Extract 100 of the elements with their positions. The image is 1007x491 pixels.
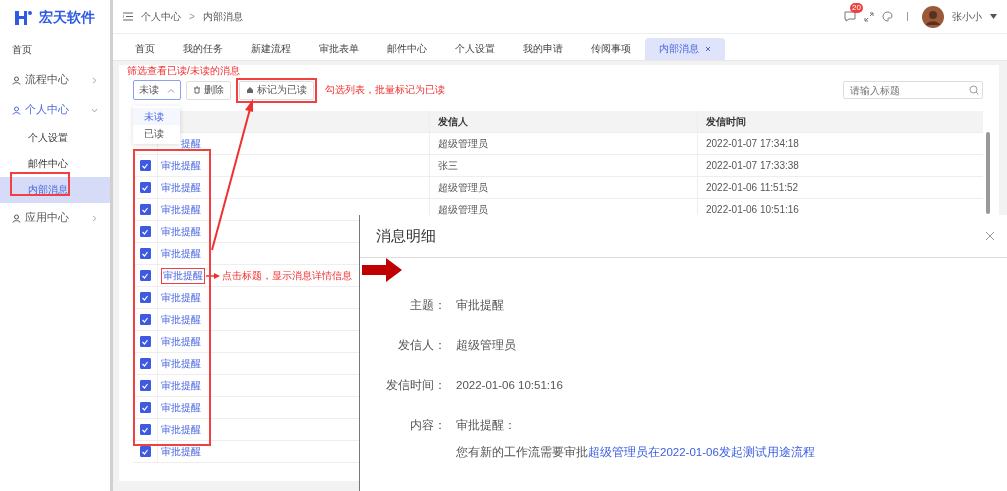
field-value: 审批提醒：: [455, 417, 516, 433]
message-title-link[interactable]: 审批提醒: [161, 158, 201, 173]
person-icon: [12, 213, 21, 223]
message-link[interactable]: 超级管理员在2022-01-06发起测试用途流程: [588, 445, 815, 458]
row-checkbox[interactable]: [139, 402, 151, 413]
breadcrumb-separator: >: [189, 11, 195, 22]
message-title-link[interactable]: 审批提醒: [161, 334, 201, 349]
message-title-link[interactable]: 提醒: [181, 136, 201, 151]
table-cell: 2022-01-07 17:33:38: [706, 160, 799, 171]
sidebar-item[interactable]: 首页: [0, 35, 110, 65]
menu-icon[interactable]: [123, 12, 133, 21]
sidebar-group[interactable]: 个人中心: [0, 95, 110, 125]
close-icon[interactable]: [705, 46, 711, 52]
message-title-link[interactable]: 审批提醒: [161, 202, 201, 217]
message-title-link[interactable]: 审批提醒: [163, 268, 203, 283]
search-field[interactable]: 请输入标题: [843, 81, 983, 99]
dropdown-option[interactable]: 已读: [133, 125, 180, 142]
tab[interactable]: 新建流程: [237, 38, 305, 60]
tab[interactable]: 首页: [121, 38, 169, 60]
message-title-link[interactable]: 审批提醒: [161, 312, 201, 327]
chevron-icon: [91, 106, 98, 114]
sidebar-subitem[interactable]: 邮件中心: [0, 151, 110, 177]
row-checkbox[interactable]: [139, 160, 151, 171]
caret-icon[interactable]: [990, 14, 997, 19]
sidebar-subitem[interactable]: 个人设置: [0, 125, 110, 151]
tab[interactable]: 个人设置: [441, 38, 509, 60]
highlight-frame: [10, 172, 70, 196]
row-checkbox[interactable]: [139, 204, 151, 215]
message-title-link[interactable]: 审批提醒: [161, 356, 201, 371]
message-title-link[interactable]: 审批提醒: [161, 400, 201, 415]
tab[interactable]: 我的任务: [169, 38, 237, 60]
annotation-text: 点击标题，显示消息详情信息: [222, 268, 352, 283]
palette-icon[interactable]: [882, 11, 893, 22]
message-title-link[interactable]: 审批提醒: [161, 378, 201, 393]
message-title-link[interactable]: 审批提醒: [161, 246, 201, 261]
person-icon: [12, 75, 21, 85]
tab[interactable]: 审批表单: [305, 38, 373, 60]
scrollbar[interactable]: [986, 132, 990, 214]
user-name[interactable]: 张小小: [952, 9, 982, 24]
logo-icon: [14, 9, 32, 26]
sidebar-group[interactable]: 应用中心: [0, 203, 110, 233]
trash-icon: [193, 86, 201, 94]
delete-button[interactable]: 删除: [186, 80, 231, 100]
caret-icon: [167, 87, 175, 93]
tab[interactable]: 内部消息: [645, 38, 725, 60]
field-label: 内容：: [409, 417, 446, 433]
fullscreen-icon[interactable]: [864, 11, 874, 22]
row-checkbox[interactable]: [139, 226, 151, 237]
chevron-icon: [91, 214, 98, 222]
breadcrumb-current: 内部消息: [202, 9, 243, 24]
close-icon[interactable]: [985, 231, 995, 241]
annotation-text: 筛选查看已读/未读的消息: [127, 64, 240, 78]
message-title-link[interactable]: 审批提醒: [161, 290, 201, 305]
message-text: 您有新的工作流需要审批超级管理员在2022-01-06发起测试用途流程: [455, 444, 815, 460]
field-value: 2022-01-06 10:51:16: [455, 379, 563, 391]
table-cell: 2022-01-07 17:34:18: [706, 138, 799, 149]
field-label: 发信人：: [397, 337, 446, 353]
table-cell: 2022-01-06 11:51:52: [706, 182, 799, 193]
dropdown-option[interactable]: 未读: [133, 108, 180, 125]
table-cell: 超级管理员: [438, 136, 488, 151]
breadcrumb-link[interactable]: 个人中心: [141, 9, 181, 24]
field-value: 超级管理员: [455, 337, 516, 353]
field-label: 主题：: [409, 297, 446, 313]
annotation-text: 勾选列表，批量标记为已读: [325, 83, 445, 97]
notification-badge: 20: [850, 3, 863, 13]
avatar[interactable]: [922, 5, 944, 28]
tab[interactable]: 我的申请: [509, 38, 577, 60]
message-title-link[interactable]: 审批提醒: [161, 224, 201, 239]
sidebar-group[interactable]: 流程中心: [0, 65, 110, 95]
annotation-arrow: [206, 272, 220, 279]
column-header: 发信人: [438, 114, 468, 129]
table-cell: 张三: [438, 158, 458, 173]
row-checkbox[interactable]: [139, 358, 151, 369]
tab[interactable]: 传阅事项: [577, 38, 645, 60]
table-cell: 2022-01-06 10:51:16: [706, 204, 799, 215]
row-checkbox[interactable]: [139, 314, 151, 325]
table-cell: 超级管理员: [438, 202, 488, 217]
message-title-link[interactable]: 审批提醒: [161, 180, 201, 195]
tab[interactable]: 邮件中心: [373, 38, 441, 60]
field-value: 审批提醒: [455, 297, 504, 313]
row-checkbox[interactable]: [139, 248, 151, 259]
row-checkbox[interactable]: [139, 446, 151, 457]
row-checkbox[interactable]: [139, 292, 151, 303]
mark-read-button[interactable]: 标记为已读: [239, 80, 314, 100]
column-header: 发信时间: [706, 114, 746, 129]
row-checkbox[interactable]: [139, 270, 151, 281]
table-cell: 超级管理员: [438, 180, 488, 195]
message-title-link[interactable]: 审批提醒: [161, 422, 201, 437]
chevron-icon: [91, 76, 98, 84]
message-icon[interactable]: [844, 11, 856, 22]
message-title-link[interactable]: 审批提醒: [161, 444, 201, 459]
row-checkbox[interactable]: [139, 182, 151, 193]
inbox-icon: [246, 86, 254, 94]
row-checkbox[interactable]: [139, 424, 151, 435]
filter-select[interactable]: 未读: [133, 80, 181, 100]
big-arrow: [362, 258, 402, 282]
row-checkbox[interactable]: [139, 336, 151, 347]
row-checkbox[interactable]: [139, 380, 151, 391]
person-icon: [12, 105, 21, 115]
sidebar-subitem[interactable]: 内部消息: [0, 177, 110, 203]
